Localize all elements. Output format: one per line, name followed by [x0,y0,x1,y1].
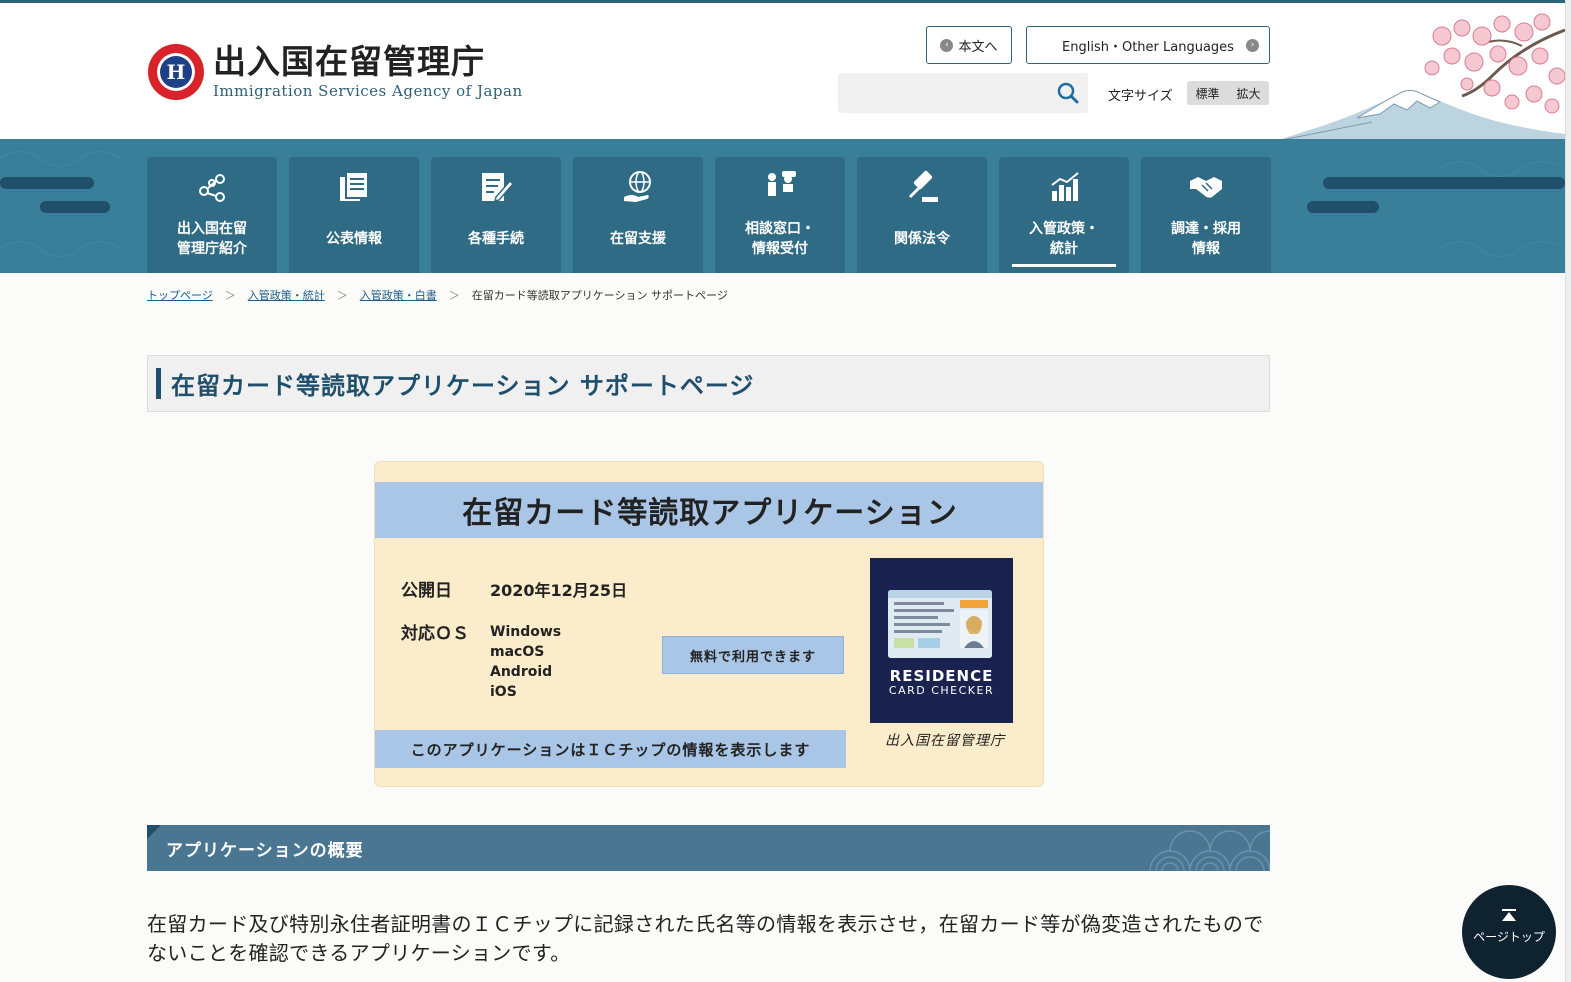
app-banner-image: 在留カード等読取アプリケーション 公開日 2020年12月25日 対応ＯＳ Wi… [374,461,1044,787]
globe-hand-icon [624,171,651,202]
section-title: アプリケーションの概要 [166,841,364,861]
card-brand-primary: RESIDENCE [889,667,994,685]
ic-chip-notice: このアプリケーションはＩＣチップの情報を表示します [375,730,846,768]
nav-label-support: 在留支援 [610,231,666,247]
nav-item-consultation[interactable]: 相談窓口・ 情報受付 [715,157,845,273]
logo-japanese-name: 出入国在留管理庁 [213,42,485,81]
nav-item-laws[interactable]: 関係法令 [857,157,987,273]
agency-emblem-icon: H [148,44,204,100]
agency-signature: 出入国在留管理庁 [885,733,1005,749]
section-heading: アプリケーションの概要 [147,825,1270,871]
chevron-left-icon: ‹ [940,38,954,52]
skip-to-content-label: 本文へ [958,39,998,55]
consultation-icon [768,171,796,196]
os-item: Windows [490,624,562,640]
page-title: 在留カード等読取アプリケーション サポートページ [171,371,755,400]
os-item: macOS [490,644,545,660]
org-icon [199,174,225,202]
breadcrumb-chevron-icon: ＞ [336,289,348,302]
release-date-label: 公開日 [401,581,452,601]
section-heading-notch [147,825,161,839]
nav-label-consultation: 相談窓口・ 情報受付 [745,221,815,257]
nav-item-publications[interactable]: 公表情報 [289,157,419,273]
font-size-toggle: 標準 拡大 [1187,81,1269,105]
nav-label-procurement: 調達・採用 情報 [1171,221,1241,257]
breadcrumb-link-white-paper[interactable]: 入管政策・白書 [360,287,437,303]
language-label: English・Other Languages [1062,39,1234,55]
search-icon[interactable] [1056,81,1080,105]
font-size-label: 文字サイズ [1108,89,1173,104]
residence-card-checker-logo: RESIDENCE CARD CHECKER [870,558,1013,723]
release-date-value: 2020年12月25日 [490,581,628,600]
page-top-button[interactable]: ページトップ [1462,885,1556,979]
bar-chart-icon [1051,172,1079,201]
nav-label-procedures: 各種手続 [468,231,524,247]
page-top-label: ページトップ [1473,930,1545,944]
fuji-sakura-decoration [1271,13,1565,142]
global-nav: 出入国在留 管理庁紹介 公表情報 各種手続 在留支援 相談窓口・ 情報受付 関係… [147,157,1271,273]
breadcrumb-chevron-icon: ＞ [224,289,236,302]
breadcrumb-link-policy-statistics[interactable]: 入管政策・統計 [248,287,325,303]
arrow-up-icon [1502,909,1516,921]
handshake-icon [1190,177,1222,198]
os-item: iOS [490,684,517,700]
global-nav-band: 出入国在留 管理庁紹介 公表情報 各種手続 在留支援 相談窓口・ 情報受付 関係… [0,139,1565,273]
banner-header: 在留カード等読取アプリケーション [375,482,1043,538]
page-title-box: 在留カード等読取アプリケーション サポートページ [147,355,1270,412]
nav-item-procedures[interactable]: 各種手続 [431,157,561,273]
residence-card-illustration [888,590,992,658]
section-description: 在留カード及び特別永住者証明書のＩＣチップに記録された氏名等の情報を表示させ，在… [147,912,1264,965]
scrollbar[interactable] [1565,0,1571,982]
nav-label-publications: 公表情報 [326,231,382,247]
nav-item-procurement[interactable]: 調達・採用 情報 [1141,157,1271,273]
breadcrumb-link-top[interactable]: トップページ [147,287,213,303]
font-size-standard-button[interactable]: 標準 [1195,85,1219,102]
card-brand-secondary: CARD CHECKER [888,684,995,697]
search-box [838,73,1088,113]
breadcrumb-current: 在留カード等読取アプリケーション サポートページ [471,289,728,302]
nav-label-policy-statistics: 入管政策・ 統計 [1029,221,1099,257]
nav-item-about[interactable]: 出入国在留 管理庁紹介 [147,157,277,273]
nav-label-laws: 関係法令 [894,231,950,247]
search-input[interactable] [846,79,1046,107]
nav-item-policy-statistics[interactable]: 入管政策・ 統計 [999,157,1129,273]
documents-icon [340,171,369,201]
site-header: H 出入国在留管理庁 Immigration Services Agency o… [0,3,1565,142]
gavel-icon [908,170,938,202]
os-label: 対応ＯＳ [401,624,469,644]
form-pen-icon [482,173,514,203]
page-title-accent [156,368,161,399]
svg-text:H: H [167,60,186,84]
os-list: Windows macOS Android iOS [490,622,561,702]
skip-to-content-button[interactable]: ‹ 本文へ [926,26,1012,64]
os-item: Android [490,664,553,680]
logo-english-name: Immigration Services Agency of Japan [213,82,523,100]
chevron-right-icon: › [1246,39,1259,52]
nav-item-support[interactable]: 在留支援 [573,157,703,273]
residence-card-image [888,590,992,658]
nav-label-about: 出入国在留 管理庁紹介 [177,221,247,257]
wave-pattern-decoration [1149,830,1270,871]
free-badge: 無料で利用できます [662,636,844,674]
language-button[interactable]: English・Other Languages › [1026,26,1270,64]
breadcrumb-chevron-icon: ＞ [448,289,460,302]
banner-title: 在留カード等読取アプリケーション [462,496,958,531]
breadcrumb: トップページ ＞ 入管政策・統計 ＞ 入管政策・白書 ＞ 在留カード等読取アプリ… [147,287,728,303]
site-logo[interactable]: H 出入国在留管理庁 Immigration Services Agency o… [147,43,523,101]
font-size-large-button[interactable]: 拡大 [1236,85,1260,102]
